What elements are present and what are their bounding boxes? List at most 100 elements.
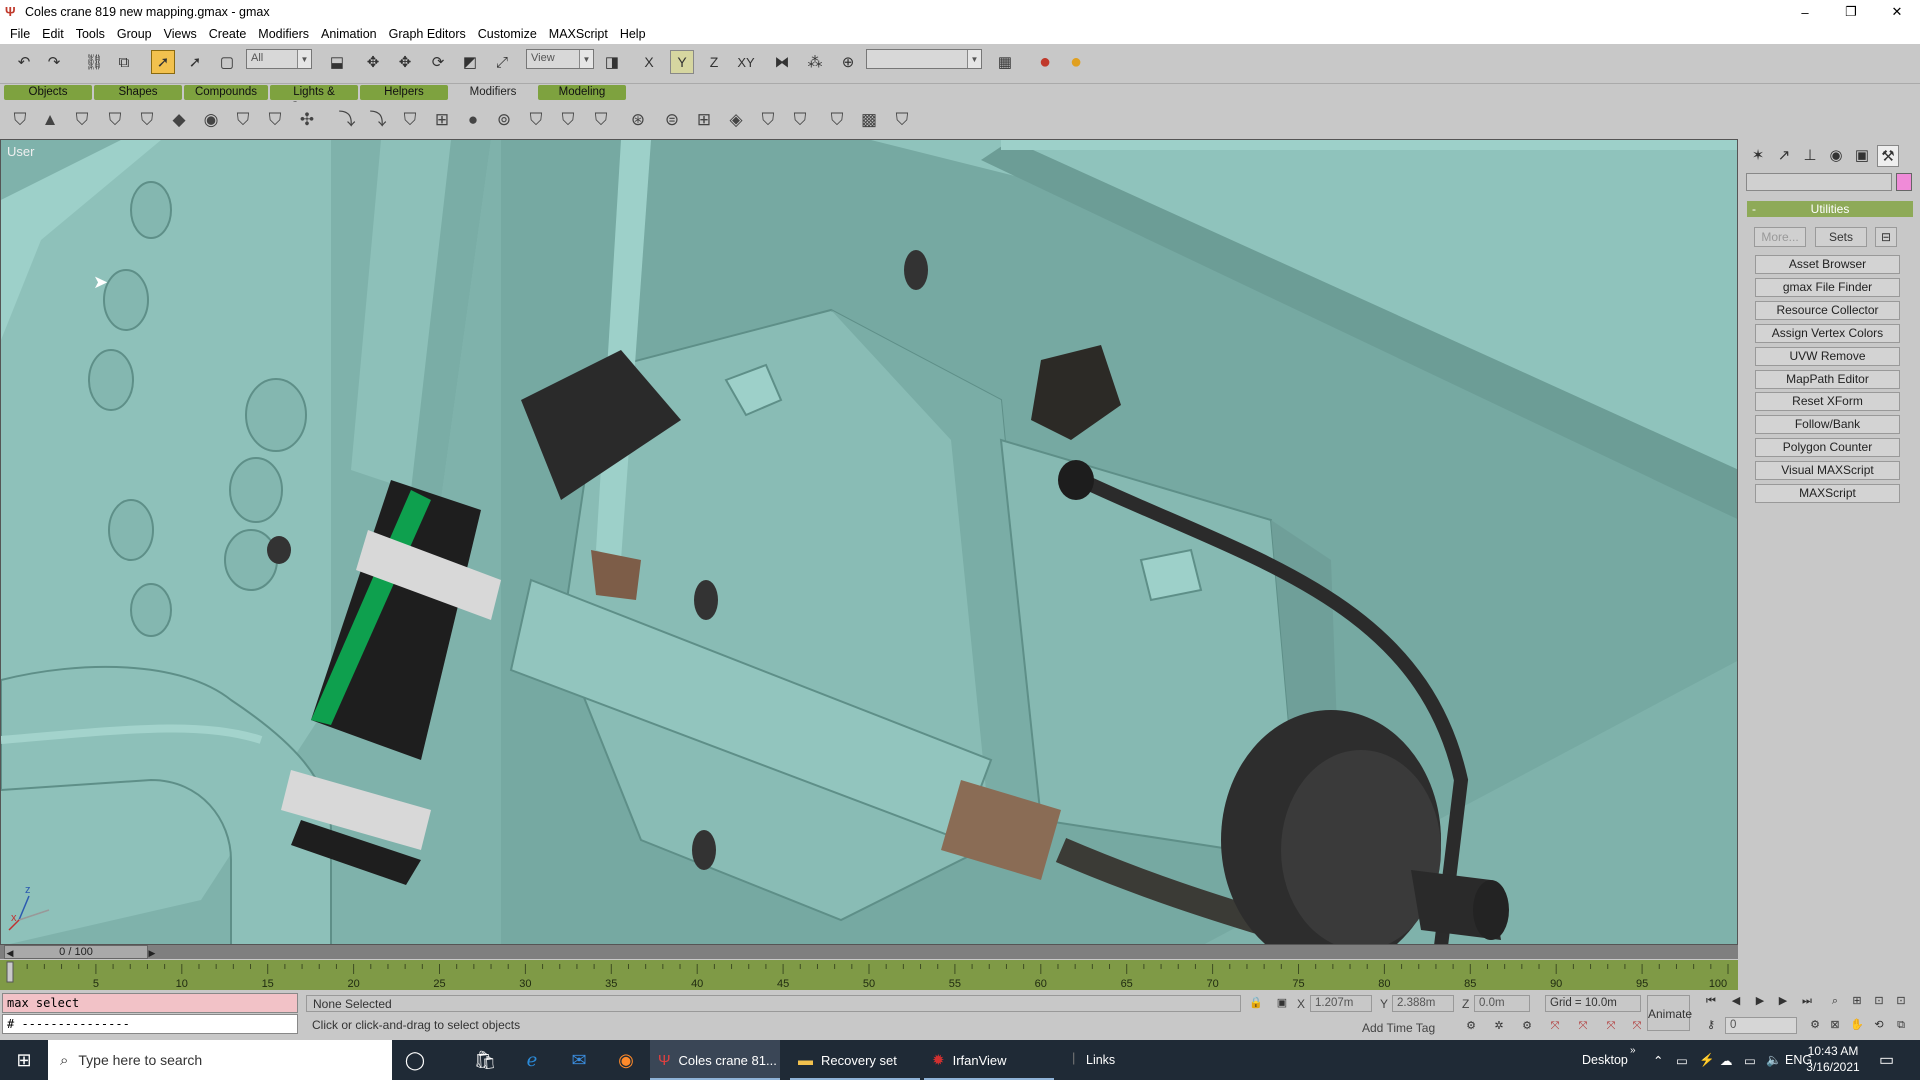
set-key-icon[interactable]: ⤧ bbox=[1602, 1018, 1620, 1034]
edit-spline-icon[interactable]: ⤵ bbox=[366, 110, 390, 130]
smooth-icon[interactable]: ◈ bbox=[724, 110, 748, 130]
spinner-snap-icon[interactable]: ⤧ bbox=[1546, 1018, 1564, 1034]
modify-panel-icon[interactable]: ↗ bbox=[1773, 145, 1795, 167]
restrict-z-button[interactable]: Z bbox=[702, 50, 726, 74]
unlink-selection-icon[interactable]: ⧉ bbox=[112, 50, 136, 74]
select-by-name-icon[interactable]: ➚ bbox=[183, 50, 207, 74]
uvw-remove-button[interactable]: UVW Remove bbox=[1755, 347, 1900, 366]
minimize-button[interactable]: – bbox=[1782, 0, 1828, 24]
links-toolbar[interactable]: Links bbox=[1086, 1040, 1115, 1080]
store-icon[interactable]: 🛍 bbox=[462, 1040, 508, 1080]
more-button[interactable]: More... bbox=[1754, 227, 1806, 247]
tab-shapes[interactable]: Shapes bbox=[94, 85, 182, 100]
sphere-icon[interactable]: ● bbox=[461, 110, 485, 130]
align-icon[interactable]: ⊕ bbox=[836, 50, 860, 74]
lattice-modifier-icon[interactable]: ◉ bbox=[199, 110, 223, 130]
resource-collector-button[interactable]: Resource Collector bbox=[1755, 301, 1900, 320]
region-select-icon[interactable]: ▢ bbox=[215, 50, 239, 74]
redo-icon[interactable]: ↷ bbox=[42, 50, 66, 74]
restrict-x-button[interactable]: X bbox=[637, 50, 661, 74]
edit-mesh-icon[interactable]: ⛉ bbox=[263, 110, 287, 130]
play-icon[interactable]: ▶ bbox=[1751, 993, 1769, 1009]
tab-helpers[interactable]: Helpers bbox=[360, 85, 448, 100]
network-icon[interactable]: ▭ bbox=[1744, 1040, 1756, 1080]
asset-browser-button[interactable]: Asset Browser bbox=[1755, 255, 1900, 274]
viewport-label[interactable]: User bbox=[7, 144, 34, 159]
mail-icon[interactable]: ✉ bbox=[556, 1040, 602, 1080]
hierarchy-panel-icon[interactable]: ⊥ bbox=[1799, 145, 1821, 167]
go-to-start-icon[interactable]: ⏮ bbox=[1702, 993, 1720, 1009]
pivot-icon[interactable]: ⤢ bbox=[490, 50, 514, 74]
absolute-mode-icon[interactable]: ▣ bbox=[1273, 995, 1291, 1011]
use-pivot-center-icon[interactable]: ◨ bbox=[600, 50, 624, 74]
key-mode-toggle-icon[interactable]: ⚷ bbox=[1702, 1017, 1720, 1033]
uvw-map-icon[interactable]: ⊛ bbox=[626, 110, 650, 130]
windows-start-icon[interactable]: ⊞ bbox=[0, 1040, 48, 1080]
mirror-icon[interactable]: ⧓ bbox=[770, 50, 794, 74]
xform-icon[interactable]: ✣ bbox=[295, 110, 319, 130]
gmax-file-finder-button[interactable]: gmax File Finder bbox=[1755, 278, 1900, 297]
render-scene-icon[interactable]: ● bbox=[1033, 50, 1057, 74]
y-coord-field[interactable]: 2.388m bbox=[1392, 995, 1454, 1012]
menu-animation[interactable]: Animation bbox=[315, 27, 383, 41]
object-name-field[interactable] bbox=[1746, 173, 1892, 191]
menu-create[interactable]: Create bbox=[203, 27, 253, 41]
assign-vertex-colors-button[interactable]: Assign Vertex Colors bbox=[1755, 324, 1900, 343]
meshsmooth-icon[interactable]: ⛉ bbox=[556, 110, 580, 130]
previous-frame-icon[interactable]: ◀ bbox=[1727, 993, 1745, 1009]
menu-customize[interactable]: Customize bbox=[472, 27, 543, 41]
tab-lights-cameras[interactable]: Lights & Cameras bbox=[270, 85, 358, 113]
add-time-tag-button[interactable]: Add Time Tag bbox=[1362, 1021, 1435, 1035]
notifications-icon[interactable]: ▭ bbox=[1879, 1040, 1894, 1080]
bluetooth-icon[interactable]: ⚡ bbox=[1699, 1040, 1715, 1080]
snap-toggle-icon[interactable]: ⚙ bbox=[1462, 1018, 1480, 1034]
spline-select-icon[interactable]: ⤵ bbox=[335, 110, 359, 130]
bend-modifier-icon[interactable]: ⛉ bbox=[8, 110, 32, 130]
taskbar-app-irfanview[interactable]: ✹ IrfanView bbox=[924, 1040, 1054, 1080]
skin-icon[interactable]: ⛉ bbox=[890, 110, 914, 130]
motion-panel-icon[interactable]: ◉ bbox=[1825, 145, 1847, 167]
twist-modifier-icon[interactable]: ⛉ bbox=[70, 110, 94, 130]
field-of-view-icon[interactable]: ⊠ bbox=[1826, 1017, 1844, 1033]
x-coord-field[interactable]: 1.207m bbox=[1310, 995, 1372, 1012]
stretch-modifier-icon[interactable]: ⛉ bbox=[135, 110, 159, 130]
viewport-user[interactable]: User z x ➤ bbox=[0, 139, 1738, 945]
prev-frame-icon[interactable]: ◀ bbox=[5, 946, 15, 960]
key-mode-icon[interactable]: ⤧ bbox=[1574, 1018, 1592, 1034]
menu-graph-editors[interactable]: Graph Editors bbox=[383, 27, 472, 41]
onedrive-icon[interactable]: ☁ bbox=[1720, 1040, 1733, 1080]
zoom-extents-icon[interactable]: ⊡ bbox=[1870, 993, 1888, 1009]
menu-group[interactable]: Group bbox=[111, 27, 158, 41]
toolbar-overflow-icon[interactable]: » bbox=[1630, 1030, 1636, 1070]
arc-rotate-icon[interactable]: ⟲ bbox=[1870, 1017, 1888, 1033]
reference-coord-dropdown[interactable]: View ▼ bbox=[526, 49, 594, 69]
maximize-viewport-icon[interactable]: ⧉ bbox=[1892, 1017, 1910, 1033]
configure-sets-icon[interactable]: ⊟ bbox=[1875, 227, 1897, 247]
sets-button[interactable]: Sets bbox=[1815, 227, 1867, 247]
mesh-select-icon[interactable]: ⛉ bbox=[231, 110, 255, 130]
object-color-swatch[interactable] bbox=[1896, 173, 1912, 191]
next-frame-icon[interactable]: ▶ bbox=[1774, 993, 1792, 1009]
maximize-button[interactable]: ❐ bbox=[1828, 0, 1874, 24]
checker-icon[interactable]: ▩ bbox=[857, 110, 881, 130]
material-id-icon[interactable]: ⊞ bbox=[692, 110, 716, 130]
lathe-icon[interactable]: ⊞ bbox=[430, 110, 454, 130]
menu-help[interactable]: Help bbox=[614, 27, 652, 41]
animate-button[interactable]: Animate bbox=[1647, 995, 1692, 1031]
task-view-icon[interactable]: ◯ bbox=[392, 1040, 438, 1080]
track-bar[interactable]: 5 10 15 20 25 30 35 40 45 50 55 60 65 70 75 80 85 90 95 100 bbox=[0, 960, 1738, 990]
quick-render-icon[interactable]: ● bbox=[1064, 50, 1088, 74]
percent-snap-icon[interactable]: ⚙ bbox=[1518, 1018, 1536, 1034]
firefox-icon[interactable]: ◉ bbox=[603, 1040, 649, 1080]
display-panel-icon[interactable]: ▣ bbox=[1851, 145, 1873, 167]
zoom-all-icon[interactable]: ⊞ bbox=[1848, 993, 1866, 1009]
select-and-move-icon[interactable]: ✥ bbox=[361, 50, 385, 74]
go-to-end-icon[interactable]: ⏭ bbox=[1798, 993, 1816, 1009]
time-slider[interactable]: ◀ 0 / 100 ▶ bbox=[0, 945, 1738, 959]
restrict-xy-button[interactable]: XY bbox=[734, 50, 758, 74]
reset-xform-button[interactable]: Reset XForm bbox=[1755, 392, 1900, 411]
angle-snap-icon[interactable]: ✲ bbox=[1490, 1018, 1508, 1034]
menu-maxscript[interactable]: MAXScript bbox=[543, 27, 614, 41]
next-frame-icon[interactable]: ▶ bbox=[145, 946, 159, 960]
zoom-extents-all-icon[interactable]: ⊡ bbox=[1892, 993, 1910, 1009]
